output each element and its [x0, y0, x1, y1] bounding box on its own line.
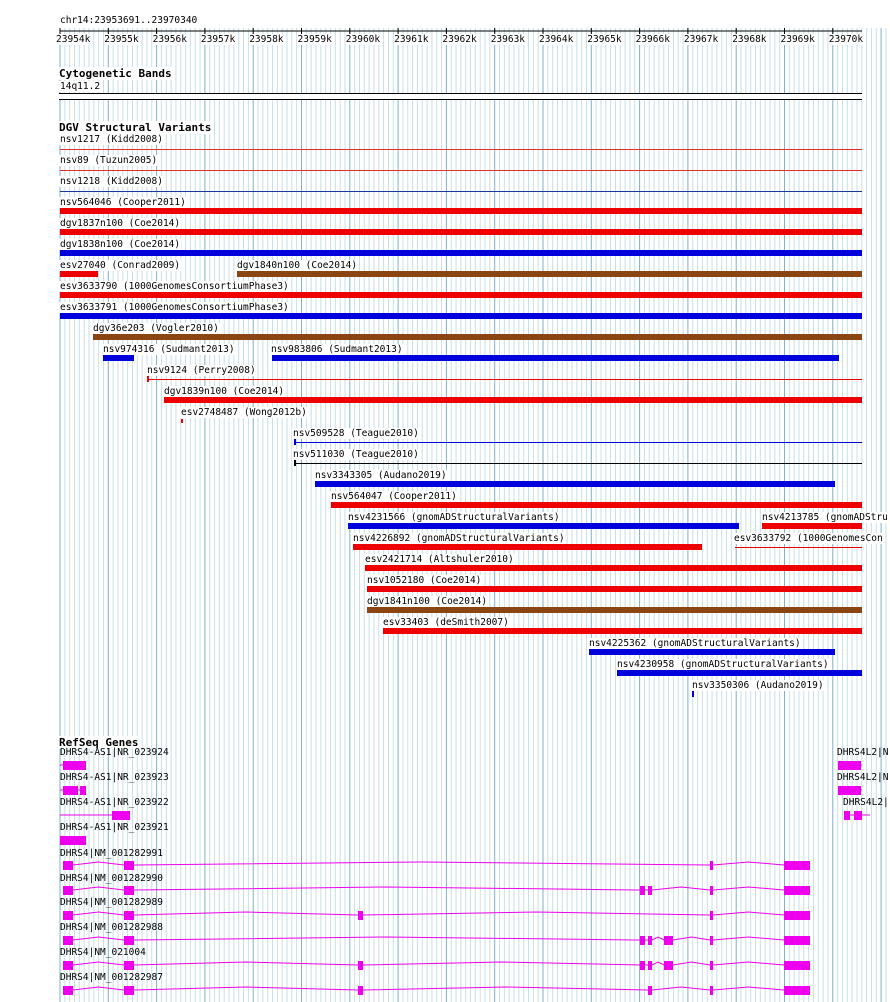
- gene-exon: [838, 786, 861, 795]
- gene-label[interactable]: DHRS4|NM_001282989: [59, 897, 164, 908]
- gene-exon: [124, 961, 134, 970]
- gene-intron-line: [63, 861, 810, 866]
- genome-browser-view: chr14:23953691..23970340 23954k 23955k 239…: [0, 0, 890, 1002]
- gene-exon: [784, 886, 810, 895]
- gene-exon: [648, 936, 652, 945]
- gene-label[interactable]: DHRS4-AS1|NR_023924: [59, 747, 170, 758]
- gene-model[interactable]: [63, 936, 810, 945]
- gene-exon: [784, 911, 810, 920]
- gene-label[interactable]: DHRS4|NM_001282990: [59, 873, 164, 884]
- gene-exon: [124, 986, 134, 995]
- gene-model[interactable]: [838, 786, 862, 795]
- gene-exon: [640, 936, 645, 945]
- gene-exon: [124, 936, 134, 945]
- gene-model[interactable]: [63, 861, 810, 870]
- gene-label[interactable]: DHRS4|NM_001282991: [59, 848, 164, 859]
- gene-exon: [80, 786, 86, 795]
- gene-exon: [648, 886, 652, 895]
- gene-label[interactable]: DHRS4-AS1|NR_023922: [59, 797, 170, 808]
- gene-label[interactable]: DHRS4|NM_001282988: [59, 922, 164, 933]
- gene-label[interactable]: DHRS4L2|: [842, 797, 890, 808]
- gene-model[interactable]: [60, 836, 86, 845]
- gene-model[interactable]: [60, 761, 86, 770]
- gene-label[interactable]: DHRS4-AS1|NR_023923: [59, 772, 170, 783]
- gene-model[interactable]: [60, 811, 130, 820]
- gene-exon: [112, 811, 130, 820]
- gene-exon: [124, 886, 134, 895]
- gene-exon: [648, 986, 652, 995]
- gene-exon: [63, 911, 73, 920]
- gene-exon: [358, 986, 363, 995]
- gene-exon: [124, 861, 134, 870]
- gene-label[interactable]: DHRS4-AS1|NR_023921: [59, 822, 170, 833]
- gene-exon: [784, 861, 810, 870]
- gene-exon: [640, 886, 645, 895]
- gene-exon: [784, 986, 810, 995]
- gene-model[interactable]: [60, 786, 86, 795]
- gene-exon: [844, 811, 850, 820]
- gene-label[interactable]: DHRS4|NM_021004: [59, 947, 147, 958]
- gene-intron-line: [63, 961, 810, 966]
- gene-label[interactable]: DHRS4L2|N: [836, 747, 889, 758]
- gene-intron-line: [63, 886, 810, 891]
- gene-model[interactable]: [63, 986, 810, 995]
- gene-exon: [710, 936, 713, 945]
- gene-exon: [710, 861, 713, 870]
- gene-exon: [640, 961, 645, 970]
- gene-model[interactable]: [844, 811, 870, 820]
- gene-exon: [63, 886, 73, 895]
- gene-model[interactable]: [63, 961, 810, 970]
- gene-exon: [784, 936, 810, 945]
- gene-exon: [664, 936, 673, 945]
- gene-model[interactable]: [63, 911, 810, 920]
- gene-exon: [358, 961, 363, 970]
- gene-exon: [710, 986, 713, 995]
- gene-exon: [63, 861, 73, 870]
- gene-exon: [710, 886, 713, 895]
- gene-exon: [664, 961, 673, 970]
- gene-exon: [60, 836, 86, 845]
- gene-exon: [63, 986, 73, 995]
- gene-exon: [63, 786, 78, 795]
- gene-exon: [358, 911, 363, 920]
- gene-exon: [710, 911, 713, 920]
- gene-intron-line: [63, 911, 810, 916]
- gene-exon: [784, 961, 810, 970]
- gene-intron-line: [63, 986, 810, 991]
- gene-exon: [710, 961, 713, 970]
- gene-exon: [648, 961, 652, 970]
- gene-exon: [854, 811, 862, 820]
- gene-exon: [63, 761, 86, 770]
- gene-exon: [838, 761, 861, 770]
- gene-exon: [63, 961, 73, 970]
- gene-model[interactable]: [838, 761, 862, 770]
- gene-label[interactable]: DHRS4|NM_001282987: [59, 972, 164, 983]
- gene-exon: [124, 911, 134, 920]
- gene-model[interactable]: [63, 886, 810, 895]
- gene-exon: [63, 936, 73, 945]
- gene-intron-line: [63, 936, 810, 941]
- gene-label[interactable]: DHRS4L2|N: [836, 772, 889, 783]
